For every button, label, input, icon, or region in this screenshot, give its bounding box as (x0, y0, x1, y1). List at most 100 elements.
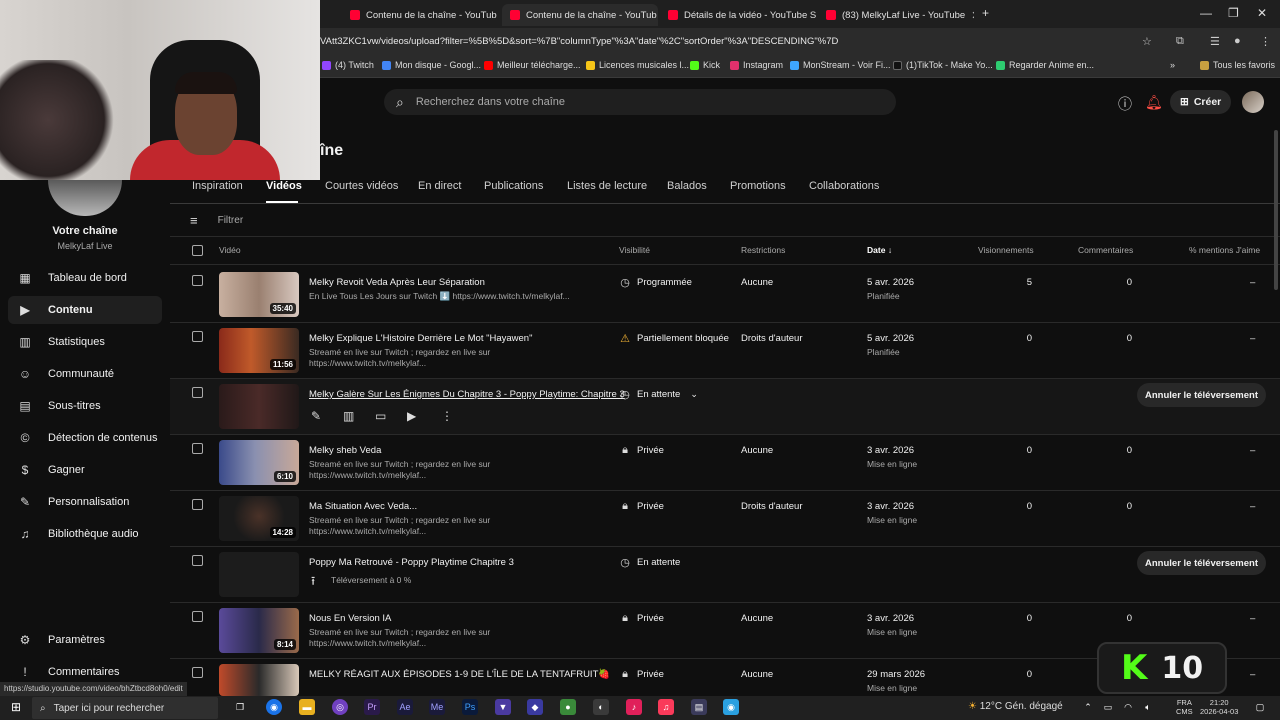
bookmark-item[interactable]: Mon disque - Googl... (382, 60, 481, 70)
minimize-icon[interactable]: — (1200, 6, 1212, 20)
bookmarks-overflow-icon[interactable]: » (1170, 60, 1175, 70)
video-thumbnail[interactable]: 6:10 (219, 440, 299, 485)
visibility-status[interactable]: 🔒︎ Privée (619, 500, 664, 513)
app-icon[interactable]: ◉ (723, 699, 739, 715)
video-thumbnail[interactable] (219, 384, 299, 429)
header-restrictions[interactable]: Restrictions (741, 245, 785, 255)
tab-promotions[interactable]: Promotions (730, 180, 786, 192)
row-checkbox[interactable] (192, 387, 203, 398)
url-text[interactable]: VAtt3ZKC1vw/videos/upload?filter=%5B%5D&… (320, 36, 838, 47)
video-title[interactable]: Melky sheb Veda (309, 445, 381, 456)
video-thumbnail[interactable] (219, 664, 299, 696)
taskbar-search-input[interactable]: ⌕ Taper ici pour rechercher (32, 697, 218, 719)
video-thumbnail[interactable]: 8:14 (219, 608, 299, 653)
browser-tab-active[interactable]: Contenu de la chaîne - YouTub ✕ (502, 4, 658, 26)
photoshop-icon[interactable]: Ps (462, 699, 478, 715)
sidebar-item-dashboard[interactable]: ▦ Tableau de bord (8, 264, 162, 292)
visibility-status[interactable]: ◷ En attente (619, 556, 680, 569)
sidebar-item-content-detection[interactable]: © Détection de contenus (8, 424, 162, 452)
tab-podcasts[interactable]: Balados (667, 180, 707, 192)
filter-bar[interactable]: ≡ Filtrer (190, 210, 243, 230)
header-visibility[interactable]: Visibilité (619, 245, 650, 255)
account-avatar[interactable] (1242, 91, 1264, 113)
row-checkbox[interactable] (192, 667, 203, 678)
chevron-down-icon[interactable]: ⌄ (690, 389, 698, 400)
windows-start-icon[interactable]: ⊞ (8, 699, 24, 715)
row-checkbox[interactable] (192, 555, 203, 566)
visibility-status[interactable]: ⚠ Partiellement bloquée (619, 332, 729, 345)
bookmark-item[interactable]: Regarder Anime en... (996, 60, 1094, 70)
close-tab-icon[interactable]: ✕ (971, 9, 974, 22)
video-thumbnail[interactable]: 35:40 (219, 272, 299, 317)
browser-tab[interactable]: (83) MelkyLaf Live - YouTube ✕ (818, 4, 974, 26)
premiere-icon[interactable]: Pr (364, 699, 380, 715)
tab-videos[interactable]: Vidéos (266, 180, 302, 192)
header-views[interactable]: Visionnements (978, 245, 1034, 255)
chrome-icon[interactable]: ◉ (266, 699, 282, 715)
video-title[interactable]: Melky Explique L'Histoire Derrière Le Mo… (309, 333, 532, 344)
analytics-icon[interactable]: ▥ (343, 409, 354, 423)
video-title[interactable]: Melky Revoit Veda Après Leur Séparation (309, 277, 485, 288)
app-icon[interactable]: ● (560, 699, 576, 715)
channel-search-input[interactable]: ⌕ Recherchez dans votre chaîne (384, 89, 896, 115)
tab-shorts[interactable]: Courtes vidéos (325, 180, 398, 192)
row-checkbox[interactable] (192, 443, 203, 454)
row-checkbox[interactable] (192, 499, 203, 510)
cancel-upload-button[interactable]: Annuler le téléversement (1137, 383, 1266, 407)
volume-icon[interactable]: 🔈︎ (1140, 699, 1156, 715)
visibility-status[interactable]: ◷ En attente ⌄ (619, 388, 698, 401)
tab-posts[interactable]: Publications (484, 180, 543, 192)
music-icon[interactable]: ♫ (658, 699, 674, 715)
media-encoder-icon[interactable]: Me (429, 699, 445, 715)
shield-icon[interactable]: ◆ (527, 699, 543, 715)
row-checkbox[interactable] (192, 611, 203, 622)
sidebar-item-customization[interactable]: ✎ Personnalisation (8, 488, 162, 516)
steam-icon[interactable]: ◐ (593, 699, 609, 715)
tab-playlists[interactable]: Listes de lecture (567, 180, 647, 192)
bookmark-item[interactable]: (1)TikTok - Make Yo... (893, 60, 993, 70)
tab-inspiration[interactable]: Inspiration (192, 180, 243, 192)
video-title[interactable]: Ma Situation Avec Veda... (309, 501, 417, 512)
new-tab-icon[interactable]: + (982, 6, 989, 20)
bookmark-star-icon[interactable]: ☆ (1142, 35, 1152, 48)
close-window-icon[interactable]: ✕ (1257, 6, 1267, 20)
notifications-icon[interactable]: 🔔︎ (1145, 94, 1163, 111)
sidebar-item-content[interactable]: ▶ Contenu (8, 296, 162, 324)
video-title[interactable]: Poppy Ma Retrouvé - Poppy Playtime Chapi… (309, 557, 514, 568)
video-thumbnail[interactable] (219, 552, 299, 597)
bookmark-item[interactable]: Licences musicales l... (586, 60, 689, 70)
browser-tab[interactable]: Détails de la vidéo - YouTube S ✕ (660, 4, 816, 26)
create-button[interactable]: ⊞ Créer (1170, 90, 1232, 114)
select-all-checkbox[interactable] (192, 245, 203, 256)
video-title[interactable]: MELKY RÉAGIT AUX ÉPISODES 1-9 DE L'ÎLE D… (309, 669, 610, 680)
language-indicator[interactable]: FRA CMS (1176, 698, 1193, 716)
wifi-icon[interactable]: ◠ (1120, 699, 1136, 715)
menu-icon[interactable]: ⋮ (1260, 35, 1271, 48)
all-favorites[interactable]: Tous les favoris (1200, 60, 1275, 70)
visibility-status[interactable]: 🔒︎ Privée (619, 612, 664, 625)
notification-center-icon[interactable]: ▢ (1252, 699, 1268, 715)
visibility-status[interactable]: 🔒︎ Privée (619, 444, 664, 457)
tab-collaborations[interactable]: Collaborations (809, 180, 879, 192)
bookmark-item[interactable]: Instagram (730, 60, 783, 70)
cancel-upload-button[interactable]: Annuler le téléversement (1137, 551, 1266, 575)
header-likes[interactable]: % mentions J'aime (1189, 245, 1260, 255)
sidebar-item-community[interactable]: ☺ Communauté (8, 360, 162, 388)
sidebar-item-settings[interactable]: ⚙ Paramètres (8, 626, 162, 654)
filter-icon[interactable]: ≡ (190, 213, 198, 228)
obs-icon[interactable]: ◎ (332, 699, 348, 715)
vpn-icon[interactable]: ▼ (495, 699, 511, 715)
sidebar-item-subtitles[interactable]: ▤ Sous-titres (8, 392, 162, 420)
header-comments[interactable]: Commentaires (1078, 245, 1133, 255)
channel-avatar[interactable] (48, 180, 122, 216)
visibility-status[interactable]: 🔒︎ Privée (619, 668, 664, 681)
app-icon[interactable]: ▤ (691, 699, 707, 715)
tab-live[interactable]: En direct (418, 180, 461, 192)
filter-input[interactable]: Filtrer (218, 215, 244, 226)
extensions-icon[interactable]: ⧉ (1176, 35, 1184, 48)
sidebar-item-audio-library[interactable]: ♫ Bibliothèque audio (8, 520, 162, 548)
network-icon[interactable]: ▭ (1100, 699, 1116, 715)
comments-icon[interactable]: ▭ (375, 409, 386, 423)
youtube-play-icon[interactable]: ▶ (407, 409, 416, 423)
video-thumbnail[interactable]: 11:56 (219, 328, 299, 373)
